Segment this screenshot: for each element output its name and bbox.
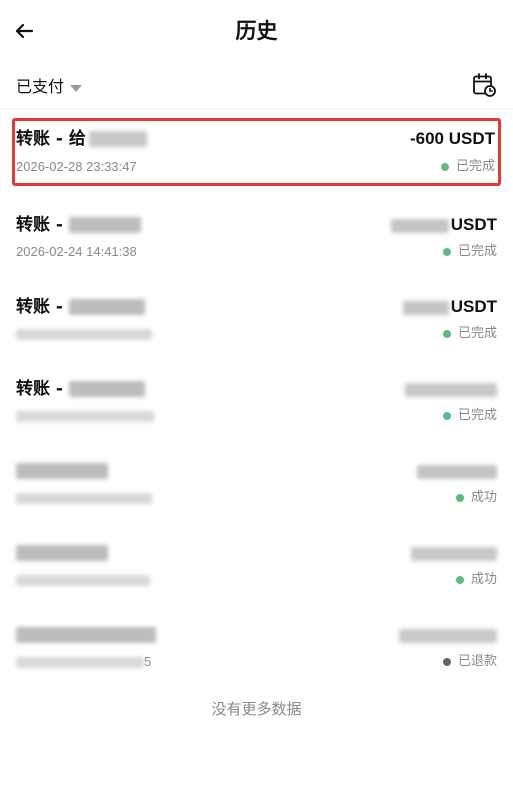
status-label: 成功 bbox=[470, 490, 497, 505]
caret-down-icon bbox=[70, 84, 83, 92]
redacted-text bbox=[16, 463, 108, 479]
status-label: 已完成 bbox=[457, 244, 497, 259]
redacted-text bbox=[88, 131, 147, 147]
redacted-text bbox=[16, 627, 156, 643]
date-filter-button[interactable] bbox=[471, 72, 497, 98]
transaction-time bbox=[16, 326, 152, 342]
transaction-row[interactable]: 转账 - 给 2026-02-28 23:33:47 -600 USDT 已完成 bbox=[12, 118, 501, 186]
filter-bar: 已支付 bbox=[0, 64, 513, 109]
redacted-text bbox=[68, 381, 145, 397]
redacted-text bbox=[16, 411, 154, 423]
transaction-title: 转账 - bbox=[16, 214, 141, 236]
transaction-title: 转账 - 给 bbox=[16, 128, 147, 150]
header-bar: 历史 bbox=[0, 0, 513, 64]
redacted-text bbox=[16, 493, 152, 505]
transaction-status: 已完成 bbox=[442, 326, 497, 342]
transaction-status: 已退款 bbox=[442, 654, 497, 670]
transaction-time: 2026-02-28 23:33:47 bbox=[16, 159, 137, 174]
transaction-amount bbox=[411, 542, 497, 564]
transaction-row[interactable]: 转账 - 已完成 bbox=[0, 366, 513, 448]
status-filter-label: 已支付 bbox=[16, 77, 65, 96]
transaction-status: 已完成 bbox=[440, 159, 495, 175]
transaction-status: 成功 bbox=[455, 490, 497, 506]
status-label: 已完成 bbox=[457, 408, 497, 423]
redacted-text bbox=[16, 575, 150, 587]
amount-unit: USDT bbox=[450, 215, 497, 234]
transaction-amount: -600 USDT bbox=[409, 129, 495, 148]
redacted-text bbox=[16, 329, 152, 341]
transaction-title-text: 转账 - bbox=[16, 379, 69, 399]
redacted-text bbox=[417, 464, 497, 479]
transaction-amount: USDT bbox=[390, 214, 497, 236]
transaction-amount bbox=[405, 378, 497, 400]
transaction-status: 已完成 bbox=[442, 244, 497, 260]
transaction-status: 已完成 bbox=[442, 408, 497, 424]
redacted-text bbox=[68, 217, 141, 233]
status-dot-icon bbox=[442, 658, 451, 666]
redacted-text bbox=[16, 657, 144, 669]
status-filter-dropdown[interactable]: 已支付 bbox=[16, 76, 83, 98]
status-dot-icon bbox=[442, 412, 451, 420]
transaction-amount bbox=[399, 624, 497, 646]
amount-unit: USDT bbox=[450, 297, 497, 316]
redacted-text bbox=[390, 218, 449, 233]
transaction-row[interactable]: 5 已退款 bbox=[0, 612, 513, 694]
redacted-text bbox=[68, 299, 145, 315]
transaction-row[interactable]: 转账 - 2026-02-24 14:41:38 USDT 已完成 bbox=[0, 202, 513, 284]
transaction-title bbox=[16, 542, 108, 564]
transaction-row[interactable]: 成功 bbox=[0, 530, 513, 612]
redacted-text bbox=[399, 628, 497, 643]
calendar-clock-icon bbox=[473, 73, 496, 97]
transaction-time-text: 5 bbox=[144, 654, 152, 669]
transaction-row[interactable]: 成功 bbox=[0, 448, 513, 530]
status-dot-icon bbox=[442, 330, 451, 338]
status-dot-icon bbox=[442, 248, 451, 256]
transaction-row[interactable]: 转账 - USDT 已完成 bbox=[0, 284, 513, 366]
status-dot-icon bbox=[455, 494, 464, 502]
no-more-data-text: 没有更多数据 bbox=[211, 700, 302, 718]
status-dot-icon bbox=[440, 163, 449, 171]
status-label: 已完成 bbox=[457, 326, 497, 341]
transaction-title-text: 转账 - bbox=[16, 297, 69, 317]
page-title: 历史 bbox=[235, 19, 278, 43]
transaction-status: 成功 bbox=[455, 572, 497, 588]
transaction-time bbox=[16, 572, 150, 588]
status-dot-icon bbox=[455, 576, 464, 584]
transaction-title bbox=[16, 624, 156, 646]
status-label: 已完成 bbox=[455, 159, 495, 174]
status-label: 成功 bbox=[470, 572, 497, 587]
transaction-title: 转账 - bbox=[16, 296, 145, 318]
transaction-title: 转账 - bbox=[16, 378, 145, 400]
redacted-text bbox=[405, 382, 497, 397]
transaction-amount: USDT bbox=[402, 296, 497, 318]
redacted-text bbox=[411, 546, 497, 561]
transaction-time bbox=[16, 408, 154, 424]
redacted-text bbox=[402, 300, 449, 315]
status-label: 已退款 bbox=[457, 654, 497, 669]
transaction-title-text: 转账 - bbox=[16, 215, 69, 235]
transaction-time: 2026-02-24 14:41:38 bbox=[16, 244, 137, 259]
transaction-list: 转账 - 给 2026-02-28 23:33:47 -600 USDT 已完成… bbox=[0, 114, 513, 694]
redacted-text bbox=[16, 545, 108, 561]
transaction-amount bbox=[417, 460, 497, 482]
transaction-title-text: 转账 - 给 bbox=[16, 129, 86, 149]
transaction-time: 5 bbox=[16, 654, 151, 670]
transaction-title bbox=[16, 460, 108, 482]
transaction-time bbox=[16, 490, 152, 506]
